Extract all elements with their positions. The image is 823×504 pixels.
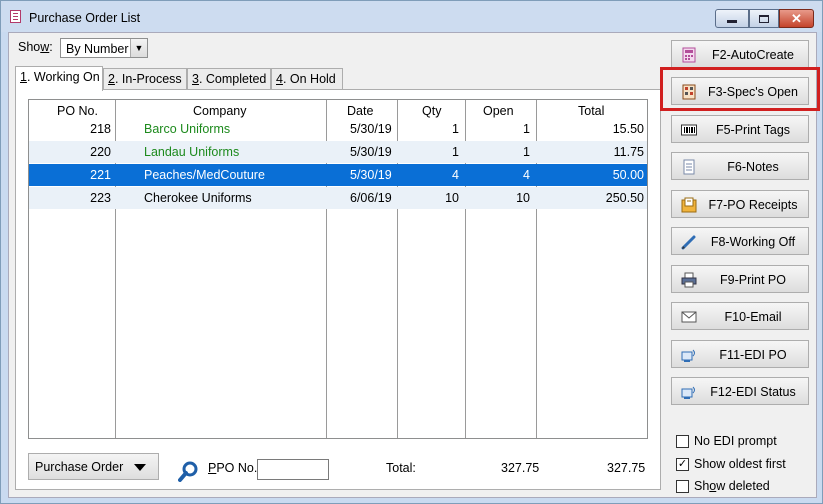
caret-down-icon [134, 464, 146, 471]
f10-email-button[interactable]: F10-Email [671, 302, 809, 330]
f12-edi-status-button[interactable]: F12-EDI Status [671, 377, 809, 405]
column-header-po[interactable]: PO No. [57, 104, 98, 118]
title-bar: Purchase Order List ✕ [1, 1, 822, 32]
spec-sheet-icon [682, 84, 696, 100]
table-row[interactable]: 218 Barco Uniforms 5/30/19 1 1 15.50 [29, 118, 647, 140]
receipts-icon [681, 197, 697, 213]
app-icon [10, 10, 21, 23]
checkmark-icon[interactable]: ✓ [676, 458, 689, 471]
checkbox-box[interactable] [676, 435, 689, 448]
table-row[interactable]: 223 Cherokee Uniforms 6/06/19 10 10 250.… [29, 187, 647, 209]
pencil-icon [681, 235, 696, 250]
checkbox-box[interactable] [676, 480, 689, 493]
total-amount-value: 327.75 [607, 461, 646, 475]
po-search-input[interactable] [257, 459, 329, 480]
f5-print-tags-button[interactable]: F5-Print Tags [671, 115, 809, 143]
total-open-value: 327.75 [501, 461, 540, 475]
notes-icon [683, 159, 695, 175]
f3-specs-open-button[interactable]: F3-Spec's Open [671, 77, 809, 105]
table-row[interactable]: 220 Landau Uniforms 5/30/19 1 1 11.75 [29, 141, 647, 163]
f2-autocreate-button[interactable]: F2-AutoCreate [671, 40, 809, 68]
f9-print-po-button[interactable]: F9-Print PO [671, 265, 809, 293]
tab-completed[interactable]: 3. Completed [187, 68, 271, 89]
f11-edi-po-button[interactable]: F11-EDI PO [671, 340, 809, 368]
minimize-icon [727, 19, 737, 23]
edi-icon [681, 349, 695, 362]
close-icon: ✕ [791, 11, 802, 26]
column-header-total[interactable]: Total [578, 104, 604, 118]
envelope-icon [681, 311, 697, 323]
search-icon[interactable] [178, 460, 200, 482]
barcode-icon [681, 124, 697, 136]
edi-status-icon [681, 386, 695, 399]
po-search-label: PPO No. [208, 461, 258, 475]
column-header-date[interactable]: Date [347, 104, 373, 118]
maximize-icon [759, 14, 769, 23]
tab-panel-working-on: PO No. Company Date Qty Open Total 218 B… [15, 89, 661, 490]
f6-notes-button[interactable]: F6-Notes [671, 152, 809, 180]
grid-header: PO No. Company Date Qty Open Total [29, 100, 647, 120]
maximize-button[interactable] [749, 9, 779, 28]
po-grid[interactable]: PO No. Company Date Qty Open Total 218 B… [28, 99, 648, 439]
tab-in-process[interactable]: 2. In-Process [103, 68, 187, 89]
f7-po-receipts-button[interactable]: F7-PO Receipts [671, 190, 809, 218]
show-select-value: By Number [66, 42, 129, 56]
column-header-open[interactable]: Open [483, 104, 514, 118]
purchase-order-window: Purchase Order List ✕ Show: By Number ▼ … [0, 0, 823, 504]
printer-icon [681, 272, 697, 288]
column-header-qty[interactable]: Qty [422, 104, 441, 118]
tab-on-hold[interactable]: 4. On Hold [271, 68, 343, 89]
client-area: Show: By Number ▼ 1. Working On 2. In-Pr… [8, 32, 820, 498]
show-label: Show: [18, 40, 53, 54]
f8-working-off-button[interactable]: F8-Working Off [671, 227, 809, 255]
tab-working-on[interactable]: 1. Working On [15, 66, 103, 91]
calculator-icon [682, 47, 696, 63]
column-header-company[interactable]: Company [193, 104, 247, 118]
po-type-dropdown[interactable]: Purchase Order [28, 453, 159, 480]
total-label: Total: [386, 461, 416, 475]
table-row-selected[interactable]: 221 Peaches/MedCouture 5/30/19 4 4 50.00 [29, 164, 647, 186]
show-select[interactable]: By Number ▼ [60, 38, 148, 58]
minimize-button[interactable] [715, 9, 749, 28]
chevron-down-icon[interactable]: ▼ [130, 39, 147, 57]
window-title: Purchase Order List [29, 11, 141, 25]
close-button[interactable]: ✕ [779, 9, 814, 28]
